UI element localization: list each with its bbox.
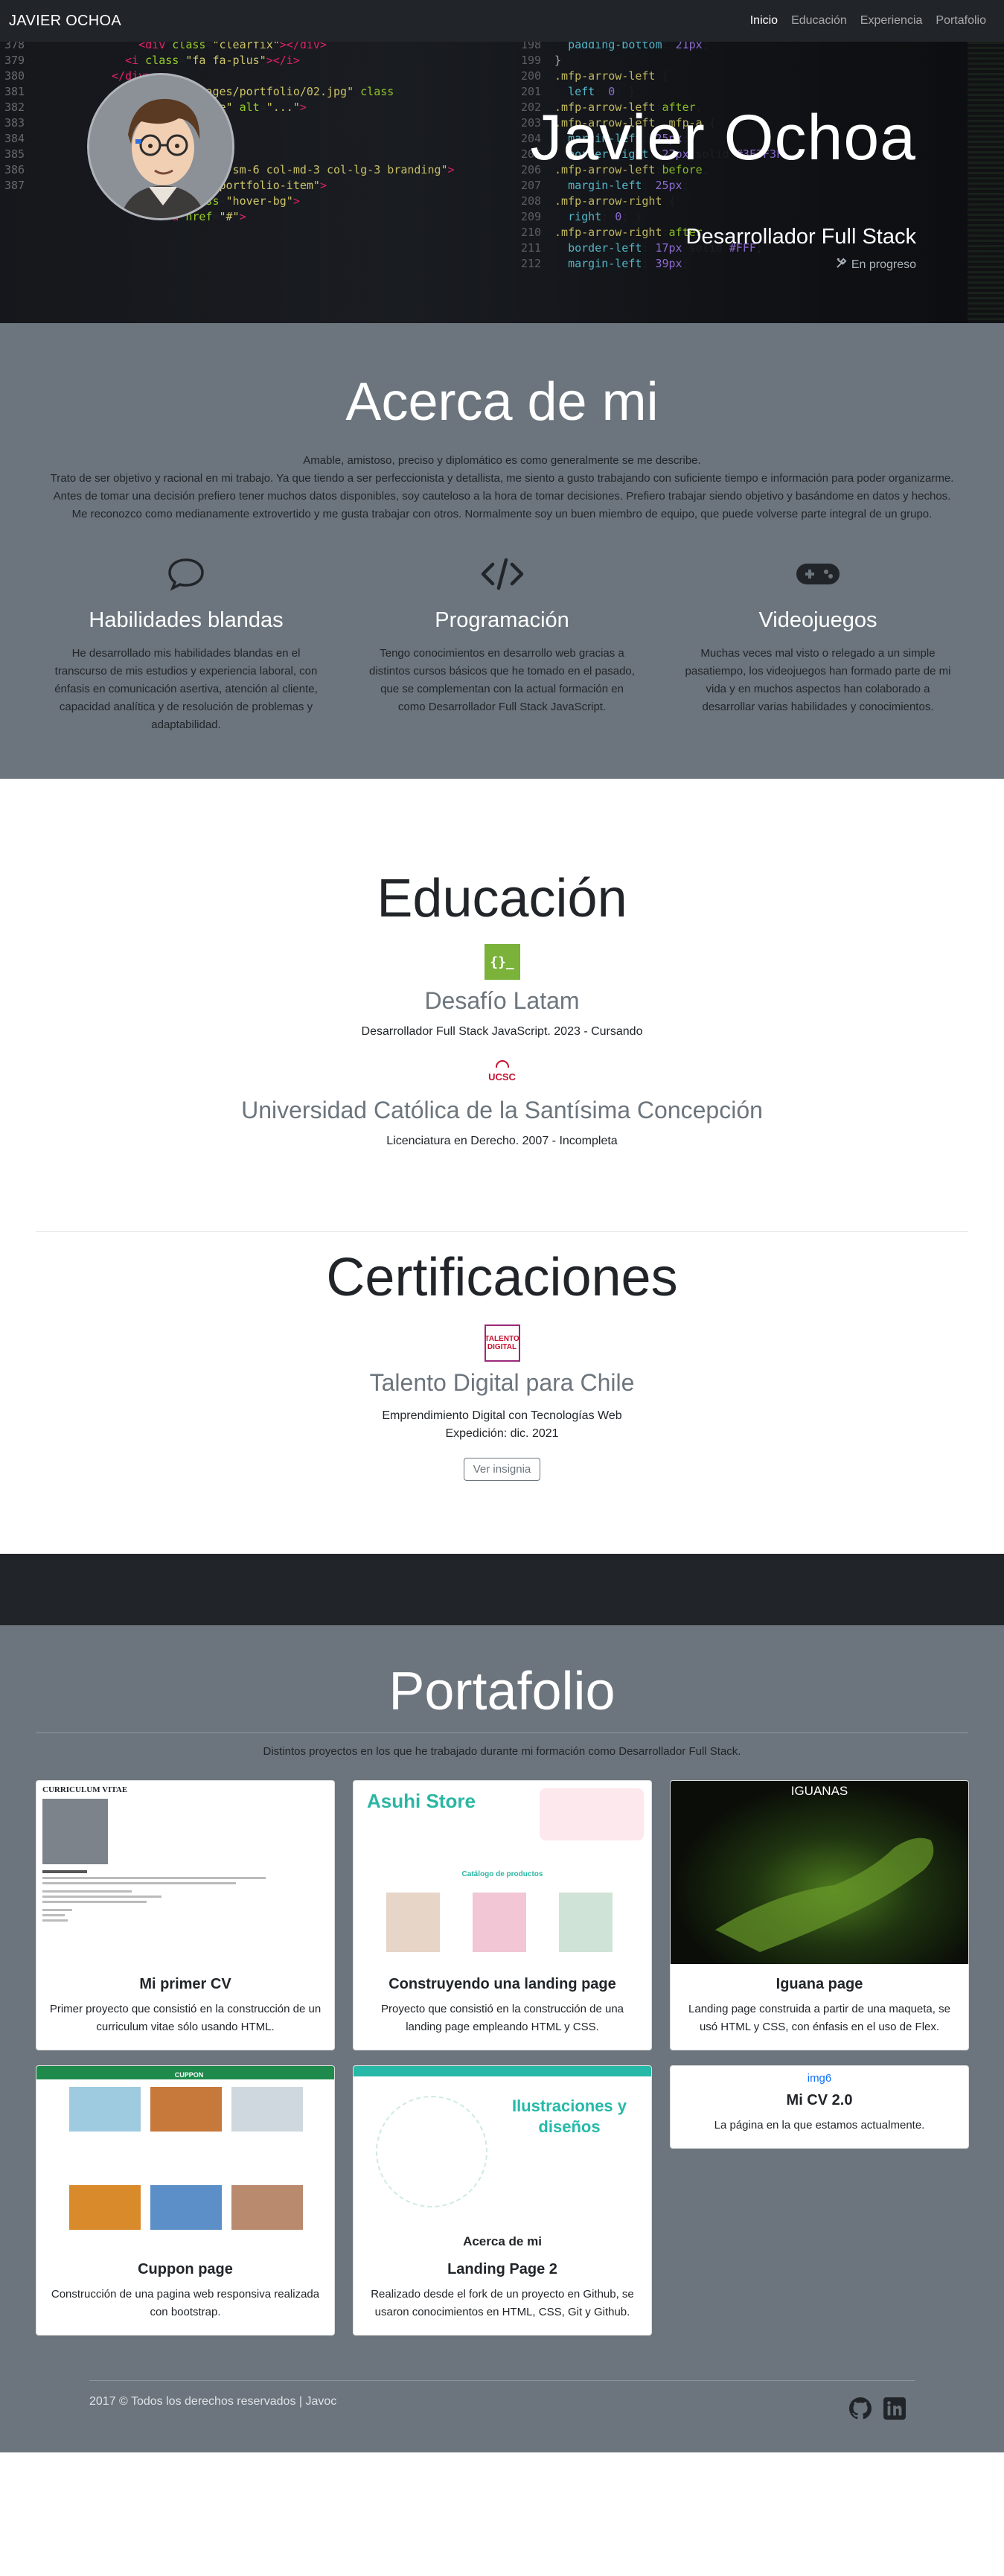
about-description: Amable, amistoso, preciso y diplomático … <box>36 452 968 523</box>
experience-band <box>0 1554 1004 1625</box>
iguana-thumbnail: IGUANAS <box>671 1781 968 1964</box>
avatar-illustration <box>89 75 232 218</box>
social-links <box>849 2393 906 2423</box>
certifications-block: Certificaciones TALENTO DIGITAL Talento … <box>36 1247 968 1554</box>
about-paragraph: Antes de tomar una decisión prefiero ten… <box>53 490 951 503</box>
asuhi-store-thumbnail: Asuhi Store Catálogo de productos <box>354 1781 651 1964</box>
status-text: En progreso <box>851 258 916 271</box>
portfolio-grid: CURRICULUM VITAE Mi primer CV Primer pro… <box>36 1780 969 2336</box>
feature-soft-skills: Habilidades blandas He desarrollado mis … <box>36 553 336 734</box>
feature-text: He desarrollado mis habilidades blandas … <box>54 647 318 731</box>
feature-videogames: Videojuegos Muchas veces mal visto o rel… <box>668 553 968 734</box>
broken-image-alt: img6 <box>807 2072 832 2085</box>
card-text: Realizado desde el fork de un proyecto e… <box>371 2288 634 2318</box>
education-name: Desafío Latam <box>424 987 580 1014</box>
footer: 2017 © Todos los derechos reservados | J… <box>0 2380 1004 2452</box>
hero-banner: 378 379 380 381 382 383 384 385 386 387 … <box>0 42 1004 323</box>
certifications-title: Certificaciones <box>326 1248 678 1307</box>
about-title: Acerca de mi <box>345 372 659 432</box>
hero-title: Javier Ochoa <box>530 102 916 173</box>
feature-text: Tengo conocimientos en desarrollo web gr… <box>369 647 635 713</box>
portfolio-card[interactable]: CUPPON Cuppon page Construcción de una p… <box>36 2065 335 2336</box>
nav-links: Inicio Educación Experiencia Portafolio <box>750 14 986 28</box>
education-desc: Licenciatura en Derecho. 2007 - Incomple… <box>386 1135 618 1147</box>
card-text: Primer proyecto que consistió en la cons… <box>49 2003 322 2033</box>
card-title: Cuppon page <box>138 2261 233 2277</box>
card-title: Construyendo una landing page <box>389 1976 616 1992</box>
about-paragraph: Amable, amistoso, preciso y diplomático … <box>303 454 701 467</box>
portfolio-card[interactable]: Ilustraciones y diseños Acerca de mi Lan… <box>353 2065 652 2336</box>
tools-icon <box>836 258 847 272</box>
education-desc: Desarrollador Full Stack JavaScript. 202… <box>361 1025 643 1038</box>
education-name: Universidad Católica de la Santísima Con… <box>241 1097 763 1123</box>
education-section: Educación {}_ Desafío Latam Desarrollado… <box>0 779 1004 1554</box>
portfolio-card[interactable]: IGUANAS Iguana page Landing page constru… <box>670 1780 969 2050</box>
github-icon[interactable] <box>849 2397 872 2423</box>
education-item: UCSC Universidad Católica de la Santísim… <box>36 1053 968 1148</box>
card-text: La página en la que estamos actualmente. <box>714 2119 925 2132</box>
card-text: Construcción de una pagina web responsiv… <box>51 2288 320 2318</box>
cv-thumbnail: CURRICULUM VITAE <box>36 1781 334 1964</box>
nav-link-educacion[interactable]: Educación <box>791 14 847 28</box>
portfolio-section: Portafolio Distintos proyectos en los qu… <box>0 1625 1004 2380</box>
hero-subtitle: Desarrollador Full Stack <box>685 225 916 249</box>
feature-title: Programación <box>435 608 569 632</box>
brand-logo[interactable]: JAVIER OCHOA <box>9 13 121 30</box>
portfolio-card[interactable]: CURRICULUM VITAE Mi primer CV Primer pro… <box>36 1780 335 2050</box>
certification-name: Talento Digital para Chile <box>369 1369 635 1396</box>
nav-link-portafolio[interactable]: Portafolio <box>936 14 986 28</box>
nav-link-inicio[interactable]: Inicio <box>750 14 778 28</box>
portfolio-card[interactable]: Asuhi Store Catálogo de productos Constr… <box>353 1780 652 2050</box>
view-badge-button[interactable]: Ver insignia <box>463 1458 541 1481</box>
hero-status: En progreso <box>836 258 916 272</box>
card-title: Landing Page 2 <box>447 2261 557 2277</box>
card-title: Iguana page <box>776 1976 863 1992</box>
about-section: Acerca de mi Amable, amistoso, preciso y… <box>0 323 1004 779</box>
education-title: Educación <box>377 869 627 928</box>
feature-programming: Programación Tengo conocimientos en desa… <box>352 553 653 734</box>
copyright-text: 2017 © Todos los derechos reservados | J… <box>89 2395 337 2408</box>
feature-title: Habilidades blandas <box>89 608 284 632</box>
certification-desc: Emprendimiento Digital con Tecnologías W… <box>382 1409 622 1440</box>
chat-bubble-icon <box>36 553 336 595</box>
card-title: Mi CV 2.0 <box>786 2092 853 2108</box>
avatar <box>87 73 234 220</box>
card-text: Proyecto que consistió en la construcció… <box>380 2003 624 2033</box>
gamepad-icon <box>668 553 968 595</box>
features-row: Habilidades blandas He desarrollado mis … <box>36 553 968 734</box>
desafio-latam-logo: {}_ <box>484 944 520 980</box>
feature-text: Muchas veces mal visto o relegado a un s… <box>685 647 951 713</box>
code-icon <box>352 553 653 595</box>
portfolio-divider <box>36 1732 968 1733</box>
card-title: Mi primer CV <box>139 1976 231 1992</box>
cuppon-thumbnail: CUPPON <box>36 2066 334 2249</box>
portfolio-subtitle: Distintos proyectos en los que he trabaj… <box>263 1745 741 1758</box>
portfolio-title: Portafolio <box>389 1662 615 1721</box>
linkedin-icon[interactable] <box>883 2397 906 2423</box>
about-paragraph: Me reconozco como medianamente extrovert… <box>71 508 933 520</box>
talento-digital-logo: TALENTO DIGITAL <box>484 1324 520 1362</box>
section-divider <box>36 1231 968 1232</box>
landing-page-2-thumbnail: Ilustraciones y diseños Acerca de mi <box>354 2066 651 2249</box>
education-item: {}_ Desafío Latam Desarrollador Full Sta… <box>36 944 968 1039</box>
iguana-silhouette <box>715 1837 934 1952</box>
about-paragraph: Trato de ser objetivo y racional en mi t… <box>50 472 954 485</box>
card-text: Landing page construida a partir de una … <box>688 2003 950 2033</box>
nav-link-experiencia[interactable]: Experiencia <box>860 14 923 28</box>
portfolio-card[interactable]: img6 Mi CV 2.0 La página en la que estam… <box>670 2065 969 2149</box>
navbar: JAVIER OCHOA Inicio Educación Experienci… <box>0 0 1004 42</box>
feature-title: Videojuegos <box>758 608 877 632</box>
ucsc-logo: UCSC <box>485 1053 520 1089</box>
